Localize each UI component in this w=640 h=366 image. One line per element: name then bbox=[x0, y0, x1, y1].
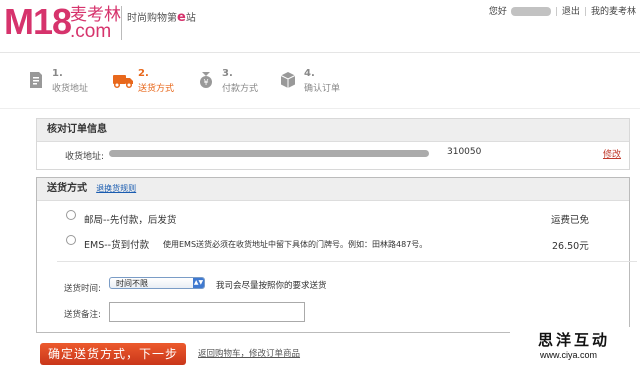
delivery-time-select[interactable]: 时间不限 ▲▼ bbox=[109, 277, 205, 289]
greeting: 您好 bbox=[481, 7, 555, 17]
truck-icon bbox=[113, 75, 133, 89]
logout-link[interactable]: 退出 bbox=[558, 7, 584, 17]
logo-domain: .com bbox=[70, 21, 112, 42]
header-divider bbox=[0, 52, 640, 53]
box-icon bbox=[280, 72, 296, 88]
shipping-option-post-radio[interactable] bbox=[66, 210, 76, 220]
step-number: 3. bbox=[222, 68, 233, 79]
shipping-option-ems-fee: 26.50元 bbox=[552, 241, 589, 252]
step-label: 收货地址 bbox=[52, 84, 89, 94]
watermark-url: www.ciya.com bbox=[540, 350, 598, 360]
my-account-link[interactable]: 我的麦考林 bbox=[587, 7, 640, 17]
step-label: 付款方式 bbox=[222, 84, 259, 94]
slogan-suffix: 站 bbox=[185, 13, 196, 24]
shipping-option-post-name: 邮局--先付款，后发货 bbox=[84, 215, 177, 226]
shipping-divider bbox=[57, 261, 637, 262]
logo-divider bbox=[121, 6, 122, 40]
delivery-time-hint: 我司会尽量按照你的要求送货 bbox=[216, 281, 327, 291]
shipping-option-ems-note: 使用EMS送货必须在收货地址中留下具体的门牌号。例如：田林路487号。 bbox=[163, 240, 428, 249]
order-info-title: 核对订单信息 bbox=[37, 119, 629, 142]
shipping-option-ems-name: EMS--货到付款 bbox=[84, 240, 150, 251]
delivery-remark-label: 送货备注: bbox=[64, 310, 101, 320]
step-number: 4. bbox=[304, 68, 315, 79]
select-arrows-icon: ▲▼ bbox=[193, 278, 204, 288]
address-redacted bbox=[109, 150, 429, 157]
address-zip: 310050 bbox=[447, 147, 482, 157]
site-logo[interactable]: M18 bbox=[4, 2, 72, 42]
payment-icon: ¥ bbox=[200, 72, 212, 88]
shipping-option-post-fee: 运费已免 bbox=[551, 215, 590, 226]
back-to-cart-link[interactable]: 返回购物车，修改订单商品 bbox=[198, 347, 300, 359]
step-label: 送货方式 bbox=[138, 84, 175, 94]
watermark-title: 思洋互动 bbox=[538, 331, 611, 349]
shipping-title: 送货方式 bbox=[47, 183, 87, 194]
username-redacted bbox=[510, 7, 551, 16]
slogan-prefix: 时尚购物第 bbox=[127, 13, 177, 24]
delivery-time-label: 送货时间: bbox=[64, 284, 101, 294]
site-slogan: 时尚购物第e站 bbox=[127, 9, 196, 25]
watermark: 思洋互动 www.ciya.com bbox=[510, 327, 640, 366]
slogan-e: e bbox=[177, 10, 186, 25]
shipping-option-ems-radio[interactable] bbox=[66, 235, 76, 245]
return-rules-link[interactable]: 退换货规则 bbox=[96, 184, 136, 193]
svg-text:¥: ¥ bbox=[203, 78, 208, 87]
steps-divider bbox=[0, 108, 640, 109]
address-icon bbox=[30, 72, 42, 88]
site-header: M18 麦考林 .com 时尚购物第e站 您好 | 退出 | 我的麦考林 bbox=[0, 0, 640, 48]
shipping-header: 送货方式 退换货规则 bbox=[37, 178, 629, 201]
delivery-remark-input[interactable] bbox=[109, 302, 305, 322]
step-number: 2. bbox=[138, 68, 149, 79]
edit-address-link[interactable]: 修改 bbox=[603, 147, 621, 160]
order-info-box: 核对订单信息 收货地址: 310050 修改 bbox=[36, 118, 630, 170]
shipping-box: 送货方式 退换货规则 邮局--先付款，后发货 运费已免 EMS--货到付款 使用… bbox=[36, 177, 637, 333]
step-number: 1. bbox=[52, 68, 63, 79]
top-links: 您好 | 退出 | 我的麦考林 bbox=[481, 4, 640, 17]
step-label: 确认订单 bbox=[304, 84, 341, 94]
address-label: 收货地址: bbox=[65, 152, 105, 162]
confirm-shipping-button[interactable]: 确定送货方式，下一步 bbox=[40, 343, 186, 365]
delivery-time-value: 时间不限 bbox=[116, 279, 148, 288]
checkout-steps: 1. 收货地址 2. 送货方式 ¥ 3. 付款方式 4. 确认订单 bbox=[26, 66, 626, 96]
